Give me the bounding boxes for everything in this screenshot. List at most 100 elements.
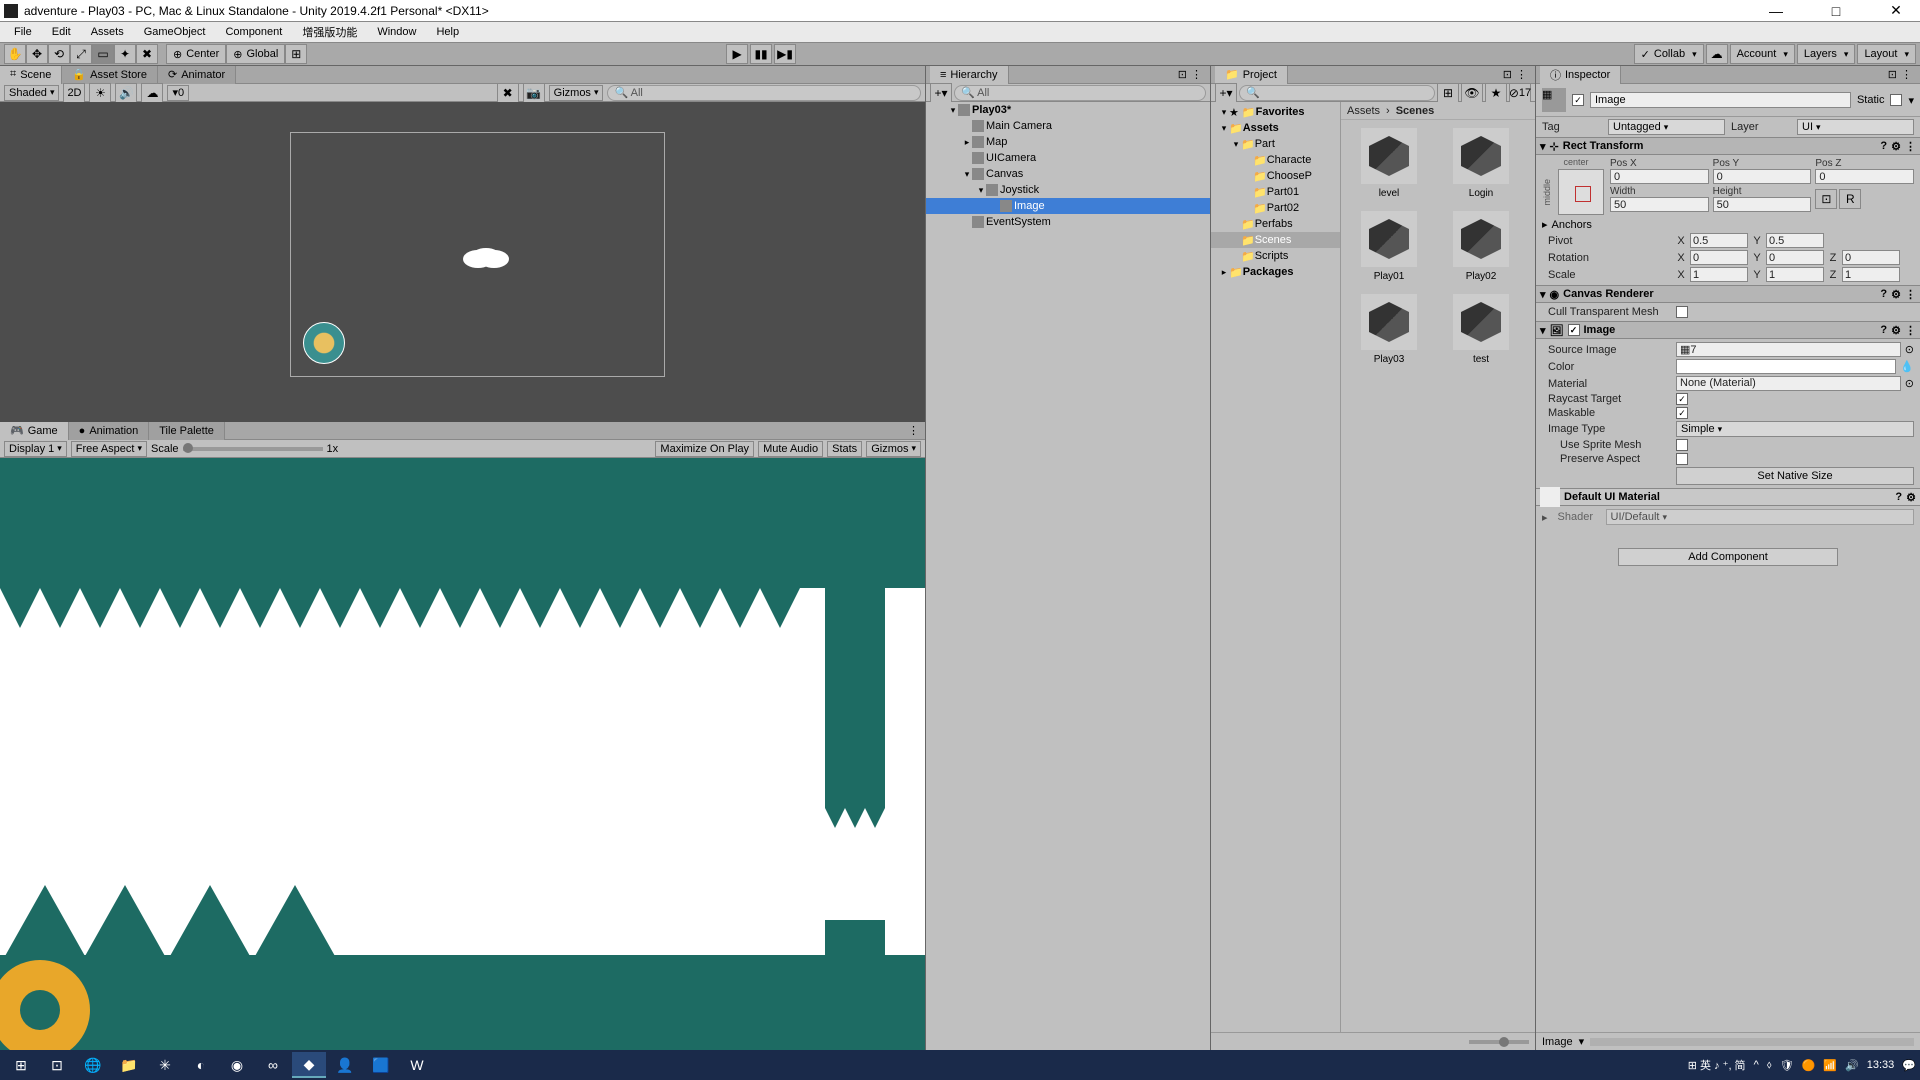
anchors-foldout[interactable]: ▸ (1542, 218, 1548, 231)
project-filter-icon[interactable]: ⊞ (1437, 83, 1459, 103)
gear-icon[interactable]: ⚙ (1906, 491, 1916, 504)
pivot-x-field[interactable] (1690, 233, 1748, 248)
taskbar-app5[interactable]: 🟦 (364, 1052, 398, 1078)
cull-checkbox[interactable] (1676, 306, 1688, 318)
breadcrumb-item[interactable]: Assets (1347, 105, 1380, 117)
tray-chevron[interactable]: ^ (1754, 1059, 1759, 1071)
project-asset[interactable]: Login (1441, 128, 1521, 199)
project-asset[interactable]: Play01 (1349, 211, 1429, 282)
preset-icon[interactable]: ⚙ (1891, 288, 1901, 301)
image-component-header[interactable]: ▾ 🖼 ✓ Image ? ⚙ ⋮ (1536, 321, 1920, 339)
menu-gameobject[interactable]: GameObject (134, 24, 216, 40)
pivot-y-field[interactable] (1766, 233, 1824, 248)
canvas-renderer-header[interactable]: ▾ ◉ Canvas Renderer ? ⚙ ⋮ (1536, 285, 1920, 303)
height-field[interactable] (1713, 197, 1812, 212)
eyedropper-icon[interactable]: 💧 (1900, 360, 1914, 373)
tray-clock[interactable]: 13:33 (1867, 1059, 1895, 1071)
menu-icon[interactable]: ⋮ (1905, 140, 1916, 153)
panel-menu-icon[interactable]: ⋮ (1897, 68, 1916, 81)
menu-enhanced[interactable]: 增强版功能 (292, 22, 367, 42)
object-picker-icon[interactable]: ⊙ (1905, 343, 1914, 356)
taskbar-chrome[interactable]: 🌐 (76, 1052, 110, 1078)
taskbar-vs[interactable]: ∞ (256, 1052, 290, 1078)
hand-tool[interactable]: ✋ (4, 44, 26, 64)
maskable-checkbox[interactable]: ✓ (1676, 407, 1688, 419)
account-dropdown[interactable]: Account (1730, 44, 1795, 64)
hierarchy-item[interactable]: EventSystem (926, 214, 1210, 230)
tray-volume-icon[interactable]: 🔊 (1845, 1059, 1859, 1072)
project-hidden-count[interactable]: ⊘17 (1509, 83, 1531, 103)
project-tree-item[interactable]: 📁 Characte (1211, 152, 1340, 168)
tray-icon[interactable]: 🟠 (1802, 1059, 1816, 1072)
scene-joystick-sprite[interactable] (303, 322, 345, 364)
game-gizmos-dropdown[interactable]: Gizmos (866, 441, 921, 457)
scale-tool[interactable]: ⤢ (70, 44, 92, 64)
tab-project[interactable]: 📁Project (1215, 66, 1288, 84)
close-button[interactable]: ✕ (1876, 1, 1916, 21)
scale-z-field[interactable] (1842, 267, 1900, 282)
width-field[interactable] (1610, 197, 1709, 212)
menu-component[interactable]: Component (215, 24, 292, 40)
help-icon[interactable]: ? (1880, 288, 1887, 300)
taskbar-search[interactable]: ⊡ (40, 1052, 74, 1078)
project-tree-item[interactable]: 📁 Perfabs (1211, 216, 1340, 232)
project-tree[interactable]: ▾★ 📁 Favorites▾📁 Assets▾📁 Part📁 Characte… (1211, 102, 1341, 1032)
raycast-checkbox[interactable]: ✓ (1676, 393, 1688, 405)
image-enabled-checkbox[interactable]: ✓ (1568, 324, 1580, 336)
active-checkbox[interactable]: ✓ (1572, 94, 1584, 106)
scene-view[interactable] (0, 102, 925, 422)
menu-icon[interactable]: ⋮ (1905, 324, 1916, 337)
taskbar-app1[interactable]: ✳ (148, 1052, 182, 1078)
display-dropdown[interactable]: Display 1 (4, 441, 67, 457)
game-view[interactable] (0, 458, 925, 1050)
menu-help[interactable]: Help (426, 24, 469, 40)
snap-button[interactable]: ⊞ (285, 44, 307, 64)
preserve-aspect-checkbox[interactable] (1676, 453, 1688, 465)
tab-scene[interactable]: ⌗Scene (0, 66, 62, 84)
project-breadcrumb[interactable]: Assets › Scenes (1341, 102, 1535, 120)
step-button[interactable]: ▶▮ (774, 44, 796, 64)
hierarchy-search[interactable]: 🔍 All (954, 85, 1206, 101)
start-button[interactable]: ⊞ (4, 1052, 38, 1078)
object-name-field[interactable] (1590, 92, 1851, 108)
minimize-button[interactable]: — (1756, 1, 1796, 21)
source-image-field[interactable]: ▦7 (1676, 342, 1901, 357)
project-tree-item[interactable]: 📁 ChooseP (1211, 168, 1340, 184)
tab-menu-icon[interactable]: ⋮ (902, 424, 925, 437)
tab-hierarchy[interactable]: ≡Hierarchy (930, 66, 1009, 84)
static-checkbox[interactable] (1890, 94, 1902, 106)
hierarchy-item[interactable]: Image (926, 198, 1210, 214)
hierarchy-item[interactable]: ▾Canvas (926, 166, 1210, 182)
help-icon[interactable]: ? (1880, 140, 1887, 152)
project-asset[interactable]: Play03 (1349, 294, 1429, 365)
taskbar-unity[interactable]: ◆ (292, 1052, 326, 1078)
panel-dock-icon[interactable]: ⊡ (1503, 68, 1512, 81)
project-asset[interactable]: level (1349, 128, 1429, 199)
panel-menu-icon[interactable]: ⋮ (1512, 68, 1531, 81)
tab-asset-store[interactable]: 🔒Asset Store (62, 66, 158, 84)
project-grid[interactable]: levelLoginPlay01Play02Play03test (1341, 120, 1535, 1032)
shader-dropdown[interactable]: UI/Default (1606, 509, 1914, 525)
menu-icon[interactable]: ⋮ (1905, 288, 1916, 301)
transform-tool[interactable]: ✦ (114, 44, 136, 64)
object-picker-icon[interactable]: ⊙ (1905, 377, 1914, 390)
help-icon[interactable]: ? (1895, 491, 1902, 503)
scene-search[interactable]: 🔍 All (607, 85, 921, 101)
gizmos-dropdown[interactable]: Gizmos (549, 85, 604, 101)
audio-toggle[interactable]: 🔊 (115, 83, 137, 103)
shading-dropdown[interactable]: Shaded (4, 85, 59, 101)
foldout-icon[interactable]: ▾ (1540, 288, 1546, 301)
pivot-global-button[interactable]: ⊕Global (226, 44, 285, 64)
project-tree-item[interactable]: ▾📁 Part (1211, 136, 1340, 152)
project-eye-icon[interactable]: 👁 (1461, 83, 1483, 103)
tray-network-icon[interactable]: 📶 (1823, 1059, 1837, 1072)
tray-notifications-icon[interactable]: 💬 (1902, 1059, 1916, 1072)
foldout-icon[interactable]: ▾ (1540, 140, 1546, 153)
project-tree-item[interactable]: ▾★ 📁 Favorites (1211, 104, 1340, 120)
blueprint-mode-icon[interactable]: ⊡ (1815, 189, 1837, 209)
scale-slider[interactable] (183, 447, 323, 451)
rect-tool[interactable]: ▭ (92, 44, 114, 64)
help-icon[interactable]: ? (1880, 324, 1887, 336)
static-dropdown-icon[interactable]: ▾ (1908, 94, 1914, 107)
menu-window[interactable]: Window (367, 24, 426, 40)
